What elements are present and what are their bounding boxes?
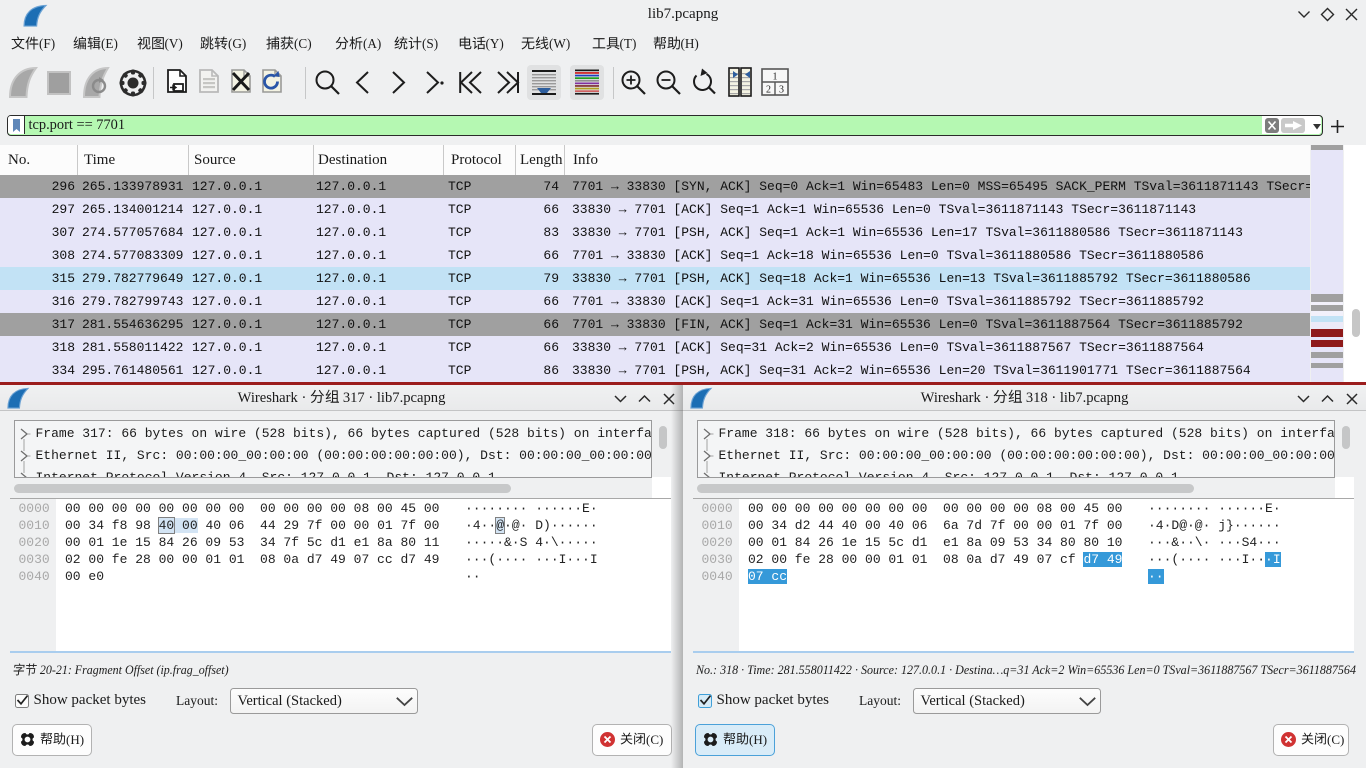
svg-text:2: 2 — [766, 85, 771, 96]
svg-text:1: 1 — [773, 72, 778, 83]
svg-text:3: 3 — [779, 85, 784, 96]
